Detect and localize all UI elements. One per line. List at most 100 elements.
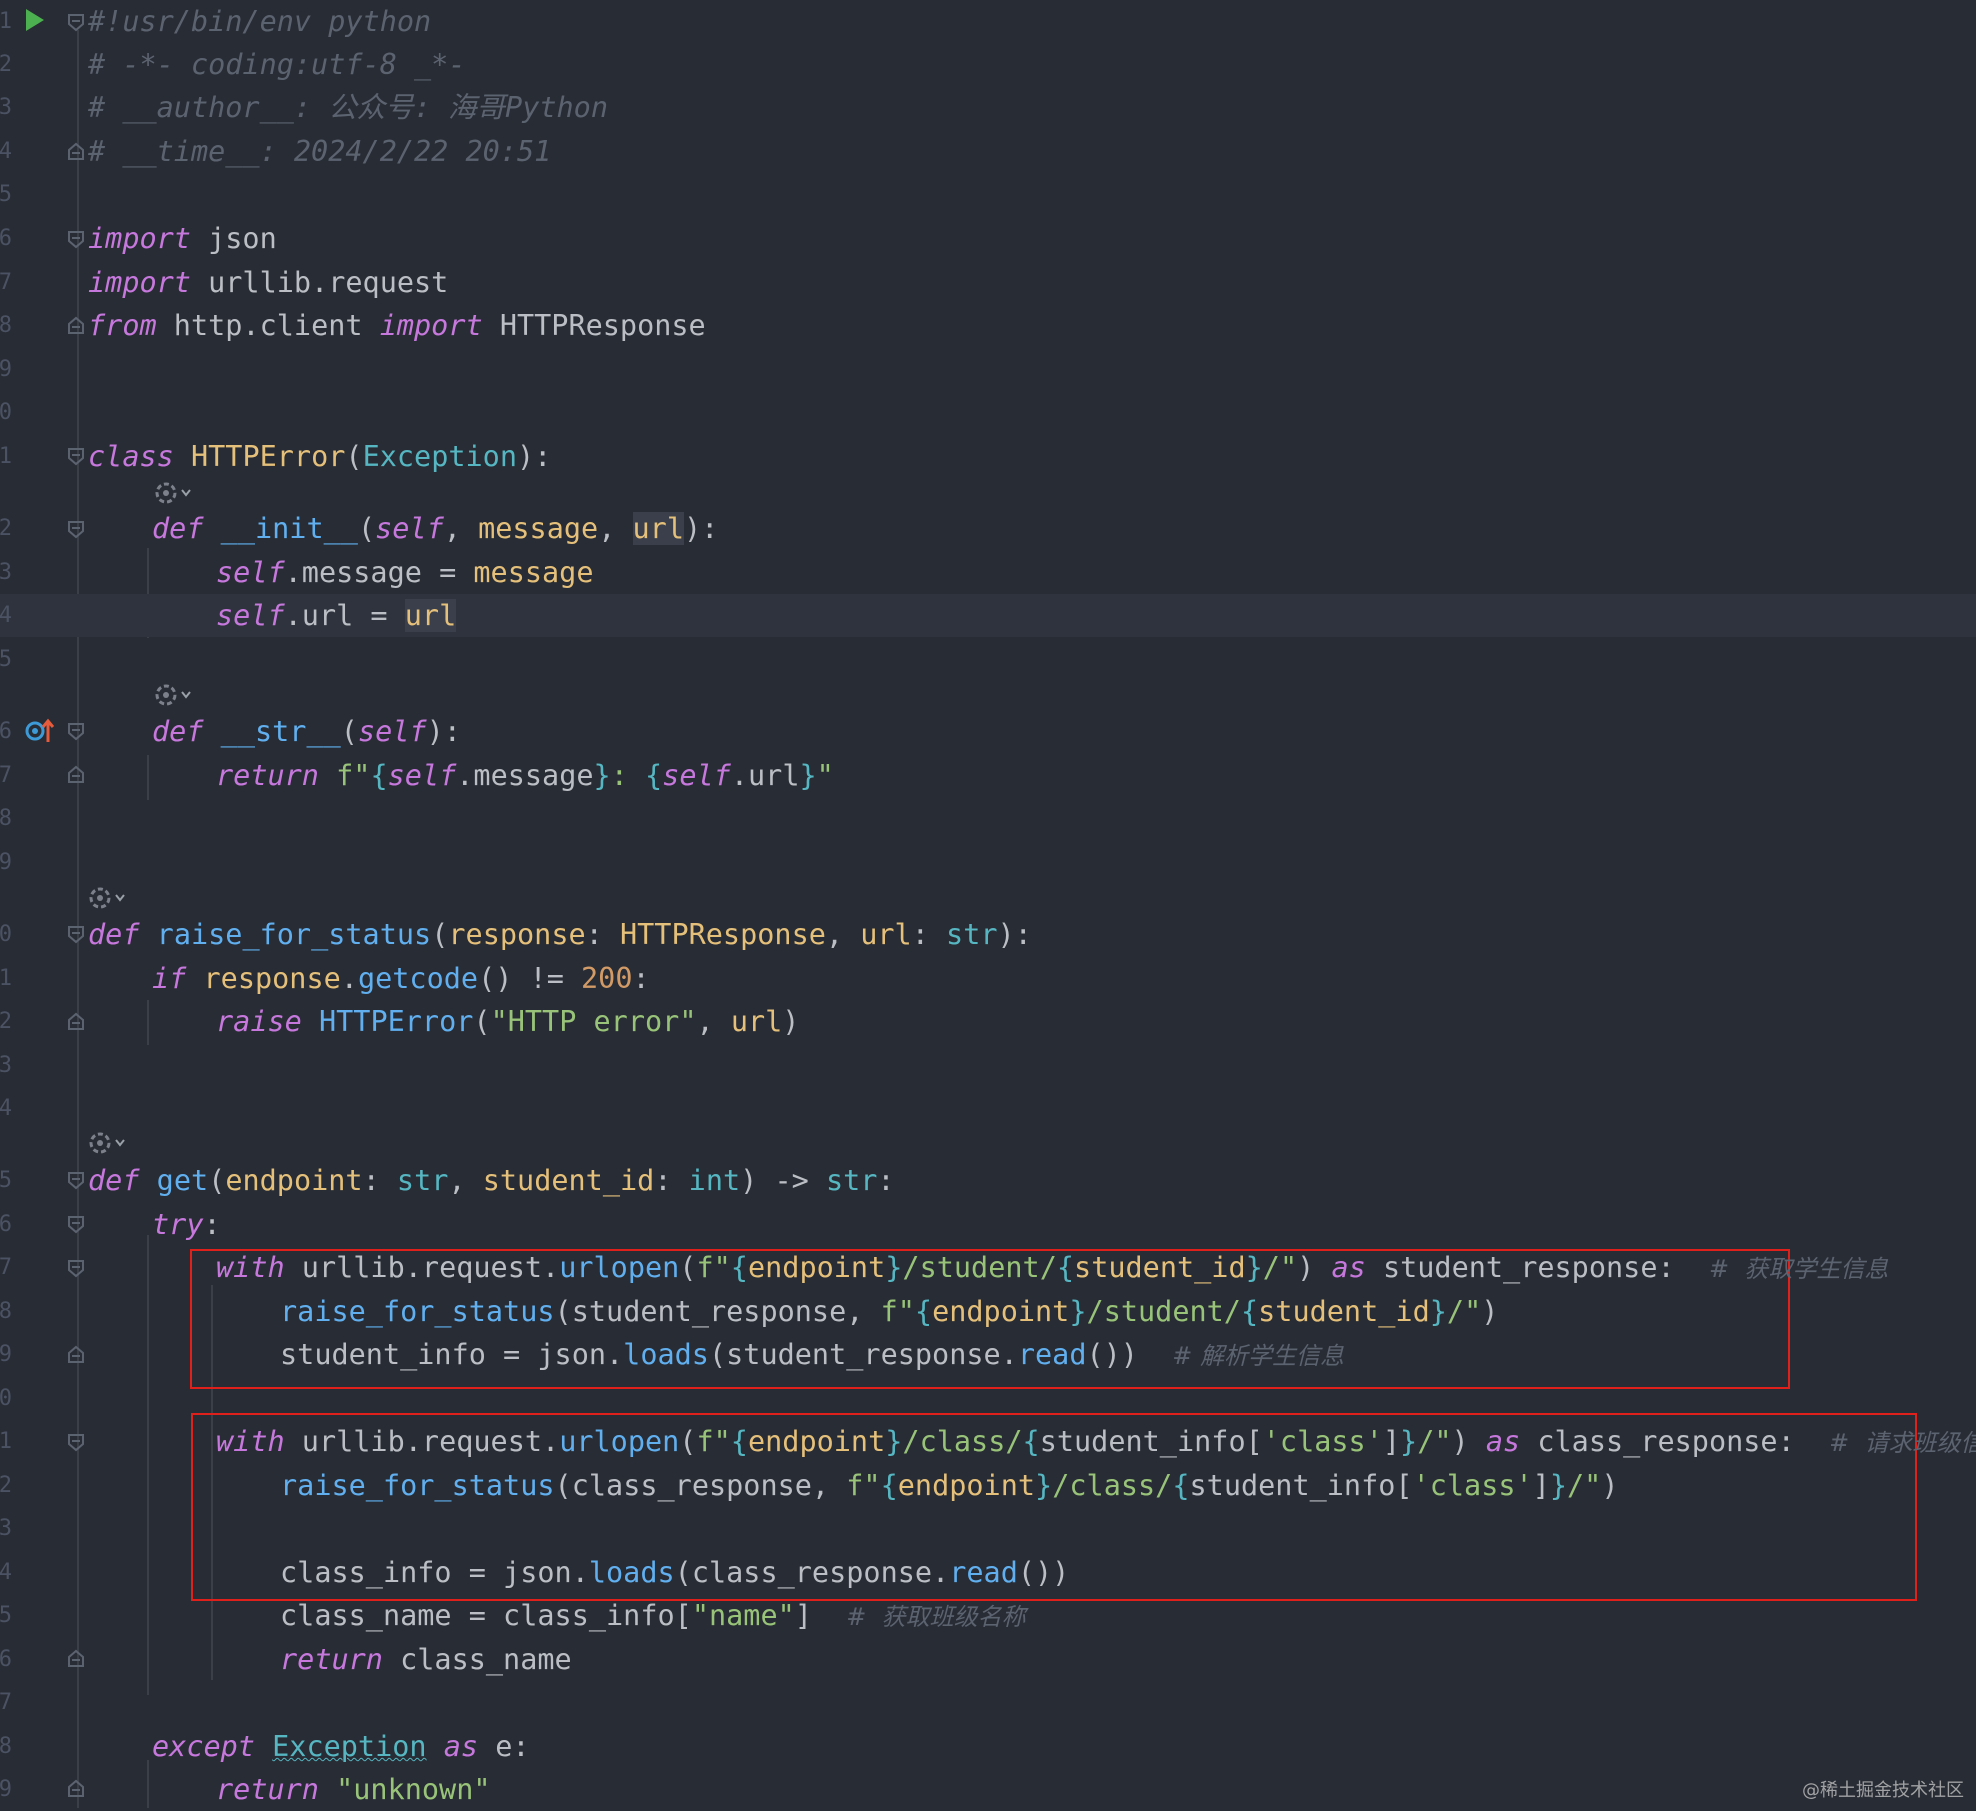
string: /" — [1567, 1469, 1602, 1502]
code-line[interactable]: 2 def __init__(self, message, url): — [0, 507, 1976, 550]
code-text[interactable]: return f"{self.message}: {self.url}" — [216, 754, 834, 797]
code-line[interactable]: 5 def get(endpoint: str, student_id: int… — [0, 1159, 1976, 1202]
code-line[interactable]: 2 # -*- coding:utf-8 _*- — [0, 43, 1976, 86]
string: f" — [318, 759, 371, 792]
line-number: 0 — [0, 400, 12, 425]
code-line[interactable]: 9 — [0, 348, 1976, 391]
code-line[interactable]: 5 — [0, 173, 1976, 216]
code-text[interactable]: def get(endpoint: str, student_id: int) … — [88, 1159, 895, 1202]
code-line[interactable]: 1 with urllib.request.urlopen(f"{endpoin… — [0, 1420, 1976, 1463]
imported-name: HTTPResponse — [482, 309, 706, 342]
code-text[interactable]: def __str__(self): — [152, 710, 461, 753]
line-number: 5 — [0, 647, 12, 672]
code-line[interactable]: 3 — [0, 1507, 1976, 1550]
code-line[interactable]: 0 def raise_for_status(response: HTTPRes… — [0, 913, 1976, 956]
parameter: url — [632, 512, 684, 545]
code-line[interactable]: 4 class_info = json.loads(class_response… — [0, 1551, 1976, 1594]
code-text[interactable]: # -*- coding:utf-8 _*- — [88, 43, 466, 86]
code-line[interactable]: 2 raise HTTPError("HTTP error", url) — [0, 1000, 1976, 1043]
code-line[interactable]: 8 from http.client import HTTPResponse — [0, 304, 1976, 347]
code-line[interactable]: 7 with urllib.request.urlopen(f"{endpoin… — [0, 1246, 1976, 1289]
code-text[interactable]: class_name = class_info["name"] # 获取班级名称 — [280, 1594, 1026, 1637]
code-line-current[interactable]: 4 self.url = url — [0, 594, 1976, 637]
code-line[interactable]: 0 — [0, 1377, 1976, 1420]
code-line[interactable]: 9 — [0, 841, 1976, 884]
line-number: 8 — [0, 1734, 12, 1759]
code-text[interactable]: def __init__(self, message, url): — [152, 507, 718, 550]
parameter: endpoint — [747, 1251, 886, 1284]
line-number: 3 — [0, 1516, 12, 1541]
code-text[interactable]: class HTTPError(Exception): — [88, 435, 551, 478]
type-name: str — [396, 1164, 449, 1197]
type-name: HTTPResponse — [619, 918, 826, 951]
gear-icon[interactable] — [86, 1128, 126, 1158]
parameter: student_id — [1074, 1251, 1246, 1284]
module-name: json — [190, 222, 277, 255]
code-line[interactable]: 9 return "unknown" — [0, 1768, 1976, 1811]
function-name: __str__ — [220, 715, 341, 748]
code-line[interactable]: 1 #!usr/bin/env python — [0, 0, 1976, 43]
code-line[interactable]: 7 import urllib.request — [0, 261, 1976, 304]
code-line[interactable]: 6 try: — [0, 1203, 1976, 1246]
code-text[interactable]: #!usr/bin/env python — [88, 0, 431, 43]
code-line[interactable]: 7 return f"{self.message}: {self.url}" — [0, 754, 1976, 797]
code-text[interactable]: with urllib.request.urlopen(f"{endpoint}… — [216, 1420, 1976, 1463]
code-text[interactable]: try: — [152, 1203, 221, 1246]
code-line[interactable]: 1 class HTTPError(Exception): — [0, 435, 1976, 478]
function-name: urlopen — [559, 1425, 680, 1458]
fstring-brace: { — [370, 759, 388, 792]
code-text[interactable]: raise HTTPError("HTTP error", url) — [216, 1000, 799, 1043]
string: " — [816, 759, 834, 792]
code-text[interactable]: from http.client import HTTPResponse — [88, 304, 706, 347]
code-line[interactable]: 6 return class_name — [0, 1638, 1976, 1681]
code-line[interactable]: 7 — [0, 1681, 1976, 1724]
code-editor[interactable]: 1 #!usr/bin/env python 2 # -*- coding:ut… — [0, 0, 1976, 1808]
line-number: 9 — [0, 850, 12, 875]
code-text[interactable]: raise_for_status(student_response, f"{en… — [280, 1290, 1498, 1333]
code-text[interactable]: raise_for_status(class_response, f"{endp… — [280, 1464, 1619, 1507]
code-line[interactable]: 8 — [0, 797, 1976, 840]
code-text[interactable]: self.message = message — [216, 551, 594, 594]
code-line[interactable]: 6 import json — [0, 217, 1976, 260]
code-line[interactable]: 5 — [0, 638, 1976, 681]
gear-icon[interactable] — [86, 883, 126, 913]
code-line[interactable]: 5 class_name = class_info["name"] # 获取班级… — [0, 1594, 1976, 1637]
code-text[interactable]: def raise_for_status(response: HTTPRespo… — [88, 913, 1032, 956]
gear-icon[interactable] — [152, 680, 192, 710]
string: f" — [696, 1251, 731, 1284]
code-line[interactable]: 2 raise_for_status(class_response, f"{en… — [0, 1464, 1976, 1507]
code-text[interactable]: if response.getcode() != 200: — [152, 957, 650, 1000]
code-line[interactable]: 8 except Exception as e: — [0, 1725, 1976, 1768]
code-line[interactable]: 8 raise_for_status(student_response, f"{… — [0, 1290, 1976, 1333]
variable: class_name — [382, 1643, 572, 1676]
code-text[interactable]: import urllib.request — [88, 261, 448, 304]
code-line[interactable]: 6 def __str__(self): — [0, 710, 1976, 753]
code-line[interactable]: 4 # __time__: 2024/2/22 20:51 — [0, 130, 1976, 173]
code-line[interactable]: 0 — [0, 391, 1976, 434]
code-text[interactable]: student_info = json.loads(student_respon… — [280, 1333, 1344, 1376]
code-text[interactable]: import json — [88, 217, 277, 260]
module-name: urllib.request — [190, 266, 449, 299]
code-text[interactable]: return "unknown" — [216, 1768, 491, 1811]
code-line[interactable]: 3 — [0, 1044, 1976, 1087]
parameter: message — [478, 512, 599, 545]
type-name: int — [688, 1164, 741, 1197]
code-text[interactable]: class_info = json.loads(class_response.r… — [280, 1551, 1069, 1594]
code-text[interactable]: # __author__: 公众号: 海哥Python — [88, 86, 608, 129]
line-number: 6 — [0, 226, 12, 251]
line-number: 0 — [0, 1386, 12, 1411]
code-text[interactable]: return class_name — [280, 1638, 572, 1681]
code-line[interactable]: 1 if response.getcode() != 200: — [0, 957, 1976, 1000]
line-number: 1 — [0, 9, 12, 34]
code-text[interactable]: with urllib.request.urlopen(f"{endpoint}… — [216, 1246, 1888, 1289]
code-line[interactable]: 4 — [0, 1087, 1976, 1130]
code-text[interactable]: self.url = url — [216, 594, 457, 637]
string: f" — [696, 1425, 731, 1458]
code-text[interactable]: except Exception as e: — [152, 1725, 530, 1768]
variable: student_response: — [1365, 1251, 1709, 1284]
code-text[interactable]: # __time__: 2024/2/22 20:51 — [88, 130, 551, 173]
code-line[interactable]: 9 student_info = json.loads(student_resp… — [0, 1333, 1976, 1376]
gear-icon[interactable] — [152, 478, 192, 508]
code-line[interactable]: 3 self.message = message — [0, 551, 1976, 594]
code-line[interactable]: 3 # __author__: 公众号: 海哥Python — [0, 86, 1976, 129]
